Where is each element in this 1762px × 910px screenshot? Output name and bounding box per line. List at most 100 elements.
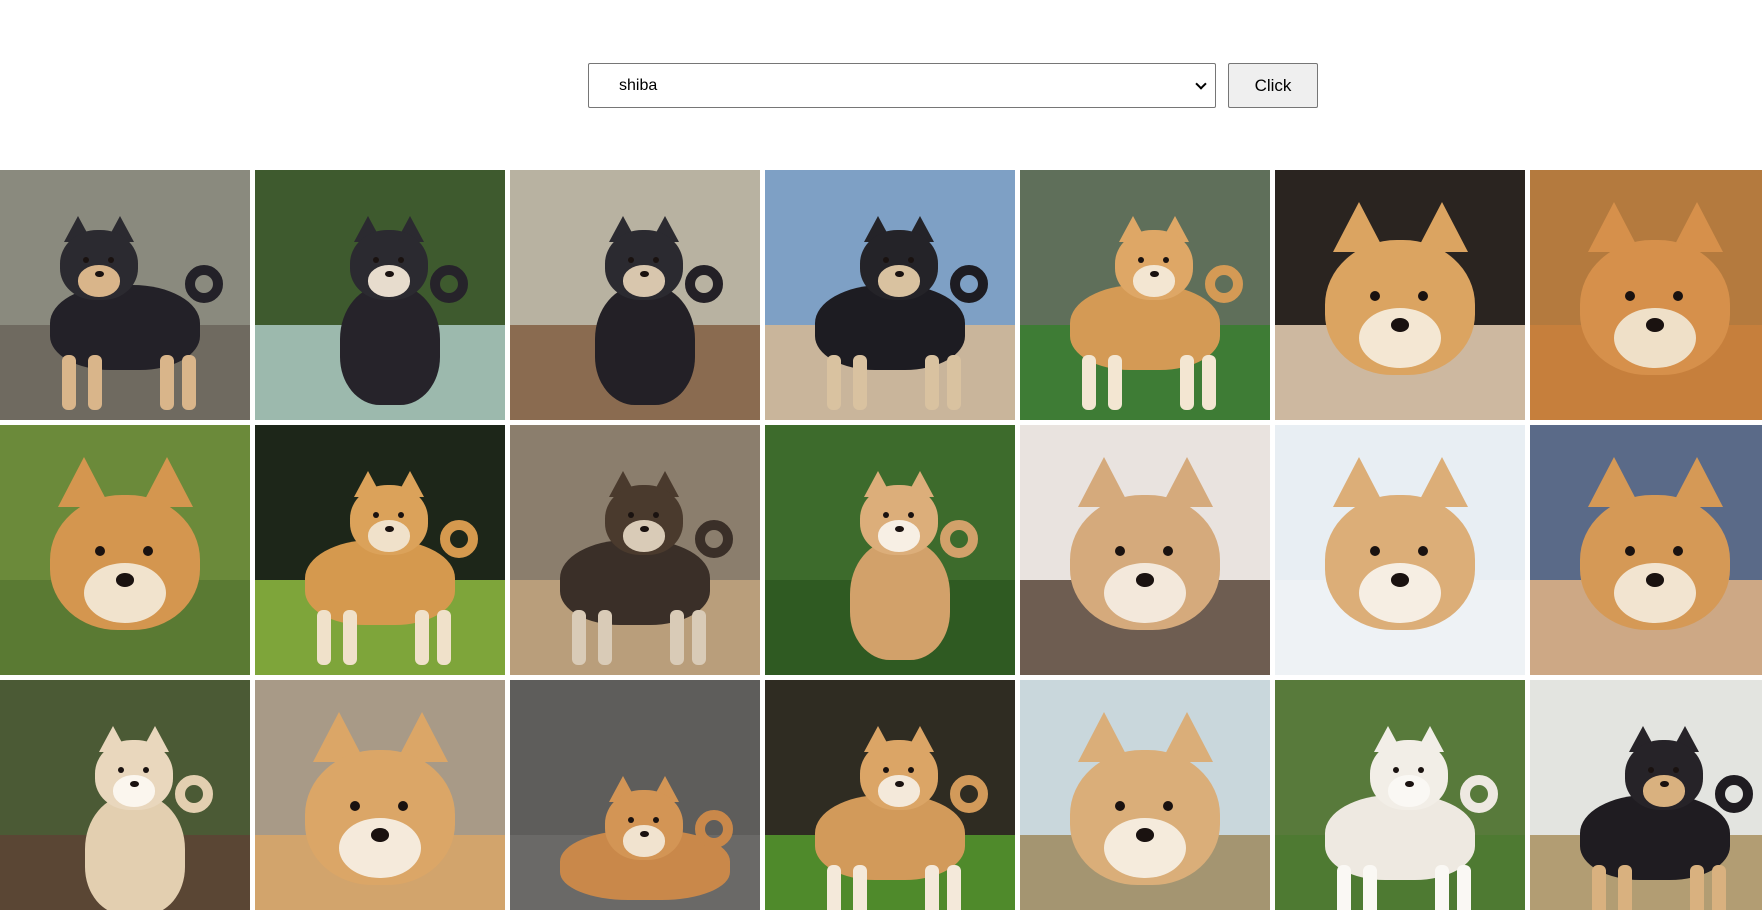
dog-leg [853,355,867,410]
dog-nose [1136,573,1154,587]
dog-nose [116,573,134,587]
dog-muzzle [112,775,156,807]
dog-muzzle [622,520,666,552]
dog-nose [1149,270,1159,278]
dog-muzzle [1387,775,1431,807]
dog-leg [182,355,196,410]
curled-tail [950,265,988,303]
dog-muzzle [1103,817,1187,879]
dog-photo[interactable] [1275,680,1525,910]
click-button[interactable]: Click [1228,63,1318,108]
curled-tail [430,265,468,303]
dog-muzzle [1132,265,1176,297]
dog-photo[interactable] [765,170,1015,420]
dog-eye-right [908,511,915,518]
dog-leg [1457,865,1471,910]
dog-photo[interactable] [1020,425,1270,675]
dog-muzzle [1642,775,1686,807]
dog-photo[interactable] [1275,425,1525,675]
chevron-down-icon [1195,77,1207,90]
dog-leg [947,865,961,910]
dog-photo[interactable] [765,680,1015,910]
dog-leg [88,355,102,410]
dog-muzzle [877,775,921,807]
dog-leg [1712,865,1726,910]
dog-eye-right [1418,766,1425,773]
dog-muzzle [877,520,921,552]
dog-leg [947,355,961,410]
dog-eye-right [908,766,915,773]
image-gallery [0,170,1762,910]
curled-tail [695,810,733,848]
dog-photo[interactable] [1530,680,1762,910]
dog-leg [572,610,586,665]
dog-nose [94,270,104,278]
dog-eye-right [108,256,115,263]
dog-leg [925,355,939,410]
dog-photo[interactable] [1530,425,1762,675]
dog-photo[interactable] [0,425,250,675]
dog-leg [598,610,612,665]
curled-tail [1205,265,1243,303]
dog-leg [317,610,331,665]
dog-photo[interactable] [0,680,250,910]
dog-muzzle [622,265,666,297]
dog-photo[interactable] [510,680,760,910]
curled-tail [940,520,978,558]
dog-photo[interactable] [255,170,505,420]
dog-photo[interactable] [1530,170,1762,420]
dog-muzzle [1613,562,1697,624]
dog-photo[interactable] [510,425,760,675]
dog-nose [894,270,904,278]
dog-nose [639,525,649,533]
dog-photo[interactable] [255,680,505,910]
dog-muzzle [1103,562,1187,624]
dog-leg [1180,355,1194,410]
dog-nose [894,525,904,533]
dog-body [595,285,695,405]
dog-leg [1592,865,1606,910]
dog-leg [1435,865,1449,910]
dog-nose [639,270,649,278]
dog-photo[interactable] [255,425,505,675]
dog-nose [371,828,389,842]
dog-nose [1404,780,1414,788]
curled-tail [440,520,478,558]
dog-eye-right [653,256,660,263]
dog-nose [894,780,904,788]
dog-muzzle [367,265,411,297]
dog-photo[interactable] [765,425,1015,675]
dog-leg [827,865,841,910]
dog-muzzle [1358,562,1442,624]
dog-muzzle [1613,307,1697,369]
dog-leg [1202,355,1216,410]
controls-bar: shiba Click [588,63,1318,108]
dog-muzzle [1358,307,1442,369]
dog-photo[interactable] [1020,170,1270,420]
dog-leg [160,355,174,410]
breed-select[interactable]: shiba [588,63,1216,108]
dog-muzzle [77,265,121,297]
dog-nose [1646,573,1664,587]
dog-leg [1108,355,1122,410]
dog-photo[interactable] [1275,170,1525,420]
dog-nose [129,780,139,788]
dog-body [85,795,185,910]
dog-photo[interactable] [1020,680,1270,910]
curled-tail [685,265,723,303]
dog-eye-right [653,816,660,823]
dog-body [340,285,440,405]
dog-eye-right [1673,766,1680,773]
dog-photo[interactable] [0,170,250,420]
dog-eye-right [908,256,915,263]
dog-leg [415,610,429,665]
breed-select-value: shiba [619,76,658,94]
dog-eye-right [143,766,150,773]
curled-tail [1715,775,1753,813]
dog-photo[interactable] [510,170,760,420]
dog-leg [1618,865,1632,910]
dog-leg [925,865,939,910]
dog-eye-right [398,256,405,263]
dog-nose [1659,780,1669,788]
dog-nose [384,270,394,278]
